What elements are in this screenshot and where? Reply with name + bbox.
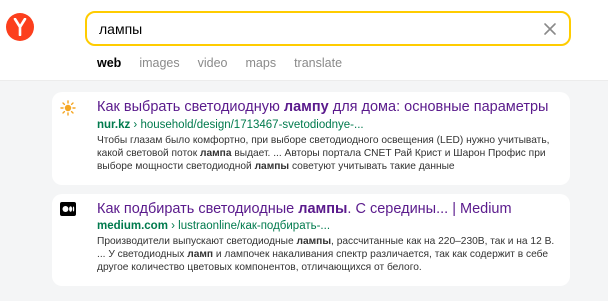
search-input[interactable]: [99, 18, 519, 40]
tab-web[interactable]: web: [97, 56, 121, 74]
medium-icon: [60, 201, 76, 217]
tab-maps[interactable]: maps: [246, 56, 277, 74]
sun-icon: [60, 100, 76, 116]
result-snippet: Чтобы глазам было комфортно, при выборе …: [97, 135, 550, 172]
result-title-link[interactable]: Как выбрать светодиодную лампу для дома:…: [97, 99, 548, 115]
result-url[interactable]: medium.com › lustraonline/как-подбирать-…: [97, 220, 330, 232]
search-box: [85, 11, 571, 46]
yandex-logo[interactable]: [6, 13, 34, 41]
close-icon: [544, 23, 556, 35]
search-tabs: web images video maps translate: [97, 56, 360, 74]
result-url[interactable]: nur.kz › household/design/1713467-svetod…: [97, 119, 364, 131]
yandex-y-icon: [13, 18, 27, 36]
tab-video[interactable]: video: [198, 56, 228, 74]
tab-images[interactable]: images: [139, 56, 179, 74]
result-title-link[interactable]: Как подбирать светодиодные лампы. С сере…: [97, 201, 512, 217]
result-snippet: Производители выпускают светодиодные лам…: [97, 236, 555, 273]
tab-translate[interactable]: translate: [294, 56, 342, 74]
clear-search-button[interactable]: [542, 21, 558, 37]
header: web images video maps translate: [0, 0, 608, 70]
